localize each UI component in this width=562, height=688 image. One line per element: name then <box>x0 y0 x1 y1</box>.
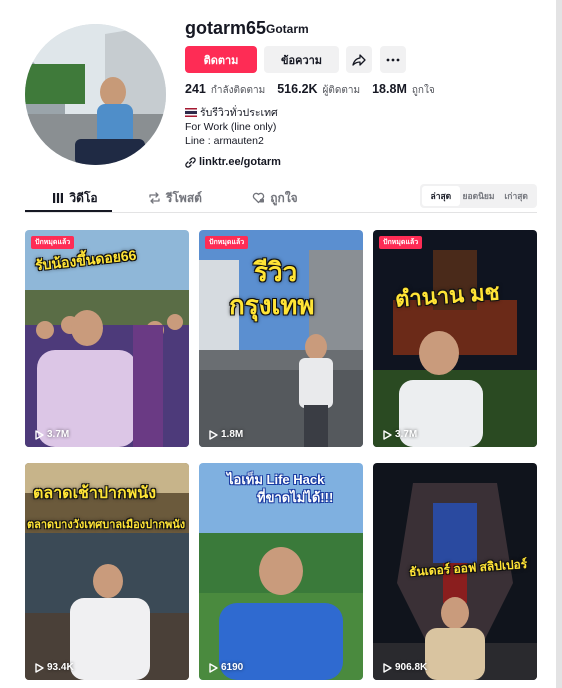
share-icon <box>352 53 366 66</box>
pinned-badge: ปักหมุดแล้ว <box>31 236 75 249</box>
grid-icon <box>53 193 64 203</box>
video-caption-overlay-line1: ตลาดเช้าปากพนัง <box>33 485 157 502</box>
more-button[interactable] <box>380 46 406 73</box>
following-label: กำลังติดตาม <box>210 85 266 96</box>
profile-tabs: วิดีโอ รีโพสต์ ถูกใจ <box>25 184 345 212</box>
share-button[interactable] <box>346 46 372 73</box>
thai-flag-icon <box>185 108 197 117</box>
sort-popular[interactable]: ยอดนิยม <box>460 186 498 206</box>
play-icon <box>209 662 218 673</box>
play-icon <box>35 662 44 673</box>
link-icon <box>185 156 196 168</box>
play-icon <box>35 429 44 440</box>
view-count-text: 3.7M <box>395 429 418 440</box>
bio-line-2: For Work (line only) <box>185 121 277 133</box>
profile-bio: รับรีวิวทั่วประเทศ For Work (line only) … <box>185 106 278 148</box>
tabs-divider <box>25 212 537 213</box>
repost-icon <box>149 192 160 204</box>
view-count: 906.8K <box>383 662 427 673</box>
avatar-photo <box>25 24 166 165</box>
heart-lock-icon <box>253 192 265 204</box>
view-count-text: 3.7M <box>47 429 70 440</box>
play-icon <box>383 662 392 673</box>
tab-liked-label: ถูกใจ <box>270 190 298 205</box>
video-card[interactable]: ปักหมุดแล้ว รับน้องขึ้นดอย66 3.7M <box>25 230 189 447</box>
likes-count: 18.8M <box>372 82 407 96</box>
followers-label: ผู้ติดตาม <box>322 85 361 96</box>
video-thumbnail <box>373 230 537 447</box>
username: gotarm65 <box>185 18 267 38</box>
tab-reposts-label: รีโพสต์ <box>166 190 202 205</box>
video-caption-overlay-line2: ที่ขาดไม่ได้!!! <box>257 490 334 505</box>
video-card[interactable]: ธันเดอร์ ออฟ สลิปเปอร์ 906.8K <box>373 463 537 680</box>
profile-stats: 241 กำลังติดตาม 516.2K ผู้ติดตาม 18.8M ถ… <box>185 82 447 98</box>
view-count: 6190 <box>209 662 243 673</box>
video-card[interactable]: ปักหมุดแล้ว ตำนาน มช 3.7M <box>373 230 537 447</box>
view-count: 93.4K <box>35 662 74 673</box>
profile-link-text[interactable]: linktr.ee/gotarm <box>199 156 281 168</box>
sort-oldest[interactable]: เก่าสุด <box>497 186 535 206</box>
bio-line-1: รับรีวิวทั่วประเทศ <box>200 107 278 119</box>
likes-label: ถูกใจ <box>411 85 435 96</box>
avatar[interactable] <box>25 24 166 165</box>
profile-link[interactable]: linktr.ee/gotarm <box>185 156 281 168</box>
video-card[interactable]: ปักหมุดแล้ว รีวิว กรุงเทพ 1.8M <box>199 230 363 447</box>
bio-line-3: Line : armauten2 <box>185 135 264 147</box>
view-count-text: 6190 <box>221 662 244 673</box>
tab-reposts[interactable]: รีโพสต์ <box>125 184 225 212</box>
video-caption-overlay-line2: กรุงเทพ <box>229 290 315 320</box>
view-count-text: 906.8K <box>395 662 428 673</box>
followers-count[interactable]: 516.2K <box>277 82 317 96</box>
tab-videos-label: วิดีโอ <box>69 190 98 205</box>
view-count: 3.7M <box>35 429 69 440</box>
video-caption-overlay: ตำนาน มช <box>394 279 501 312</box>
play-icon <box>383 429 392 440</box>
video-card[interactable]: ตลาดเช้าปากพนัง ตลาดบางวังเทศบาลเมืองปาก… <box>25 463 189 680</box>
play-icon <box>209 429 218 440</box>
view-count-text: 1.8M <box>221 429 244 440</box>
view-count: 3.7M <box>383 429 417 440</box>
sort-latest[interactable]: ล่าสุด <box>422 186 460 206</box>
pinned-badge: ปักหมุดแล้ว <box>205 236 249 249</box>
following-count[interactable]: 241 <box>185 82 206 96</box>
view-count-text: 93.4K <box>47 662 74 673</box>
pinned-badge: ปักหมุดแล้ว <box>379 236 423 249</box>
tab-videos[interactable]: วิดีโอ <box>25 184 125 212</box>
scrollbar-thumb[interactable] <box>556 0 562 688</box>
view-count: 1.8M <box>209 429 243 440</box>
video-card[interactable]: ไอเท็ม Life Hack ที่ขาดไม่ได้!!! 6190 <box>199 463 363 680</box>
scrollbar[interactable] <box>556 0 562 688</box>
tab-liked[interactable]: ถูกใจ <box>225 184 325 212</box>
message-button[interactable]: ข้อความ <box>264 46 339 73</box>
more-icon <box>386 58 400 61</box>
video-caption-overlay-line2: ตลาดบางวังเทศบาลเมืองปากพนัง <box>27 519 186 531</box>
sort-toggle: ล่าสุด ยอดนิยม เก่าสุด <box>420 184 537 208</box>
nickname: Gotarm <box>266 22 309 36</box>
follow-button[interactable]: ติดตาม <box>185 46 257 73</box>
